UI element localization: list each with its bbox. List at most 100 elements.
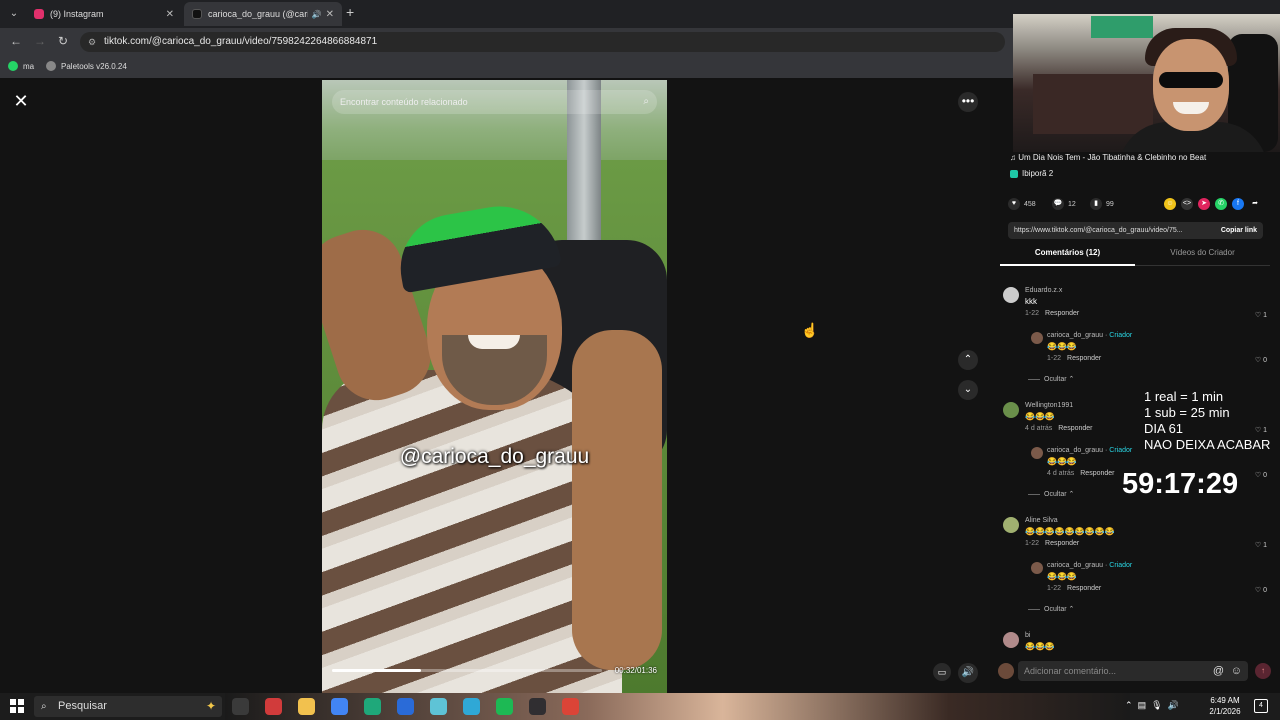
search-icon[interactable]: ⌕ bbox=[643, 90, 649, 114]
comment-like-button[interactable]: ♡ 0 bbox=[1255, 471, 1267, 479]
avatar[interactable] bbox=[1031, 332, 1043, 344]
video-player[interactable]: Encontrar conteúdo relacionado ⌕ @carioc… bbox=[322, 80, 667, 693]
share-emoji-icon[interactable]: ☺ bbox=[1164, 198, 1176, 210]
app-notes-icon[interactable] bbox=[430, 698, 447, 715]
store-icon[interactable] bbox=[397, 698, 414, 715]
more-options-icon[interactable]: ••• bbox=[958, 92, 978, 112]
video-link-field[interactable]: https://www.tiktok.com/@carioca_do_grauu… bbox=[1008, 222, 1263, 239]
avatar[interactable] bbox=[1003, 402, 1019, 418]
panel-tabs: Comentários (12) Vídeos do Criador bbox=[1000, 248, 1270, 266]
comment-author[interactable]: carioca_do_grauu · Criador bbox=[1047, 332, 1132, 339]
tab-creator-videos[interactable]: Vídeos do Criador bbox=[1135, 248, 1270, 257]
comment-author[interactable]: Wellington1991 bbox=[1025, 402, 1073, 409]
url-text: tiktok.com/@carioca_do_grauu/video/75982… bbox=[104, 36, 378, 47]
reply-button[interactable]: Responder bbox=[1045, 310, 1079, 317]
hide-replies-button[interactable]: Ocultar ⌃ bbox=[1028, 375, 1074, 383]
comment-like-button[interactable]: ♡ 1 bbox=[1255, 541, 1267, 549]
tab-instagram[interactable]: (9) Instagram ✕ bbox=[26, 2, 182, 26]
taskbar-clock[interactable]: 6:49 AM 2/1/2026 bbox=[1200, 695, 1250, 717]
close-tab-icon[interactable]: ✕ bbox=[326, 9, 334, 20]
related-search-input[interactable]: Encontrar conteúdo relacionado ⌕ bbox=[332, 90, 657, 114]
bookmark-paletools[interactable]: Paletools v26.0.24 bbox=[46, 61, 127, 71]
emoji-icon[interactable]: ☺ bbox=[1231, 661, 1242, 681]
url-field[interactable]: ⚙ tiktok.com/@carioca_do_grauu/video/759… bbox=[80, 32, 1005, 52]
comment-author[interactable]: bi bbox=[1025, 632, 1030, 639]
embed-icon[interactable]: <> bbox=[1181, 198, 1193, 210]
clock-time: 6:49 AM bbox=[1210, 696, 1240, 705]
comment-meta: 1-22 Responder bbox=[1025, 540, 1079, 547]
bookmark-ma[interactable]: ma bbox=[8, 61, 34, 71]
mic-icon[interactable]: 🎙 bbox=[1151, 700, 1162, 710]
app-red-icon[interactable] bbox=[265, 698, 282, 715]
close-tab-icon[interactable]: ✕ bbox=[166, 9, 174, 20]
forward-icon[interactable]: → bbox=[34, 34, 46, 48]
close-icon[interactable]: ✕ bbox=[12, 92, 30, 110]
comment-like-button[interactable]: ♡ 0 bbox=[1255, 356, 1267, 364]
taskbar-search[interactable]: ⌕ Pesquisar ✦ bbox=[34, 696, 222, 717]
avatar[interactable] bbox=[1003, 632, 1019, 648]
tab-search-icon[interactable]: ⌄ bbox=[6, 6, 22, 22]
video-progress-bar[interactable] bbox=[332, 669, 602, 672]
reply-button[interactable]: Responder bbox=[1080, 470, 1114, 477]
comment-author[interactable]: carioca_do_grauu · Criador bbox=[1047, 562, 1132, 569]
tab-title: carioca_do_grauu (@carioca bbox=[208, 9, 308, 19]
reply-button[interactable]: Responder bbox=[1045, 540, 1079, 547]
tab-comments[interactable]: Comentários (12) bbox=[1000, 248, 1135, 266]
comment-button[interactable]: 💬 12 bbox=[1052, 198, 1076, 210]
save-button[interactable]: ▮ 99 bbox=[1090, 198, 1114, 210]
post-comment-icon[interactable]: ↑ bbox=[1255, 663, 1271, 679]
avatar[interactable] bbox=[1031, 447, 1043, 459]
edge-icon[interactable] bbox=[463, 698, 480, 715]
reload-icon[interactable]: ↻ bbox=[58, 34, 68, 48]
captions-icon[interactable]: ▭ bbox=[933, 663, 951, 681]
copilot-icon[interactable]: ✦ bbox=[206, 696, 216, 717]
tab-tiktok[interactable]: carioca_do_grauu (@carioca 🔊 ✕ bbox=[184, 2, 342, 26]
app-obs-icon[interactable] bbox=[529, 698, 546, 715]
facebook-icon[interactable]: f bbox=[1232, 198, 1244, 210]
windows-taskbar: ⌕ Pesquisar ✦ ⌃ ▤ 🎙 🔊 6:49 AM 2/1/2026 4 bbox=[0, 693, 1280, 720]
site-info-icon[interactable]: ⚙ bbox=[88, 32, 96, 52]
whatsapp-share-icon[interactable]: ✆ bbox=[1215, 198, 1227, 210]
mention-icon[interactable]: @ bbox=[1213, 661, 1224, 681]
send-icon[interactable]: ➤ bbox=[1198, 198, 1210, 210]
song-title[interactable]: ♫ Um Dia Nois Tem - Jão Tibatinha & Cleb… bbox=[1010, 153, 1206, 162]
avatar[interactable] bbox=[1003, 287, 1019, 303]
volume-icon[interactable]: 🔊 bbox=[1168, 700, 1179, 710]
copy-link-button[interactable]: Copiar link bbox=[1221, 222, 1257, 239]
share-arrow-icon[interactable]: ➦ bbox=[1249, 198, 1261, 210]
task-view-icon[interactable] bbox=[232, 698, 249, 715]
comment-text: 😂😂😂😂😂😂😂😂😂 bbox=[1025, 527, 1115, 536]
hide-replies-button[interactable]: Ocultar ⌃ bbox=[1028, 605, 1074, 613]
avatar[interactable] bbox=[1031, 562, 1043, 574]
spotify-icon[interactable] bbox=[496, 698, 513, 715]
volume-icon[interactable]: 🔊 bbox=[958, 663, 978, 683]
app-teal-icon[interactable] bbox=[364, 698, 381, 715]
previous-video-icon[interactable]: ⌃ bbox=[958, 350, 978, 370]
hide-replies-button[interactable]: Ocultar ⌃ bbox=[1028, 490, 1074, 498]
comment-input[interactable]: Adicionar comentário... @ ☺ bbox=[1018, 661, 1248, 681]
speaker-icon[interactable]: 🔊 bbox=[312, 10, 322, 19]
location-icon bbox=[1010, 169, 1018, 178]
network-icon[interactable]: ▤ bbox=[1138, 700, 1147, 710]
chrome-icon[interactable] bbox=[331, 698, 348, 715]
notification-icon[interactable]: 4 bbox=[1254, 699, 1268, 713]
comment-like-button[interactable]: ♡ 1 bbox=[1255, 311, 1267, 319]
comment-date: 4 d atrás bbox=[1047, 470, 1075, 477]
like-button[interactable]: ♥ 458 bbox=[1008, 198, 1036, 210]
file-explorer-icon[interactable] bbox=[298, 698, 315, 715]
location-tag[interactable]: Ibiporã 2 bbox=[1010, 169, 1053, 178]
comment-author[interactable]: carioca_do_grauu · Criador bbox=[1047, 447, 1132, 454]
chrome-active-icon[interactable] bbox=[562, 698, 579, 715]
chevron-up-icon[interactable]: ⌃ bbox=[1125, 700, 1133, 710]
comment-author[interactable]: Eduardo.z.x bbox=[1025, 287, 1062, 294]
reply-button[interactable]: Responder bbox=[1067, 355, 1101, 362]
reply-button[interactable]: Responder bbox=[1067, 585, 1101, 592]
back-icon[interactable]: ← bbox=[10, 34, 22, 48]
avatar[interactable] bbox=[1003, 517, 1019, 533]
next-video-icon[interactable]: ⌄ bbox=[958, 380, 978, 400]
comment-like-button[interactable]: ♡ 0 bbox=[1255, 586, 1267, 594]
reply-button[interactable]: Responder bbox=[1058, 425, 1092, 432]
windows-start-icon[interactable] bbox=[10, 699, 24, 713]
comment-author[interactable]: Aline Silva bbox=[1025, 517, 1058, 524]
new-tab-button[interactable]: + bbox=[346, 4, 354, 20]
